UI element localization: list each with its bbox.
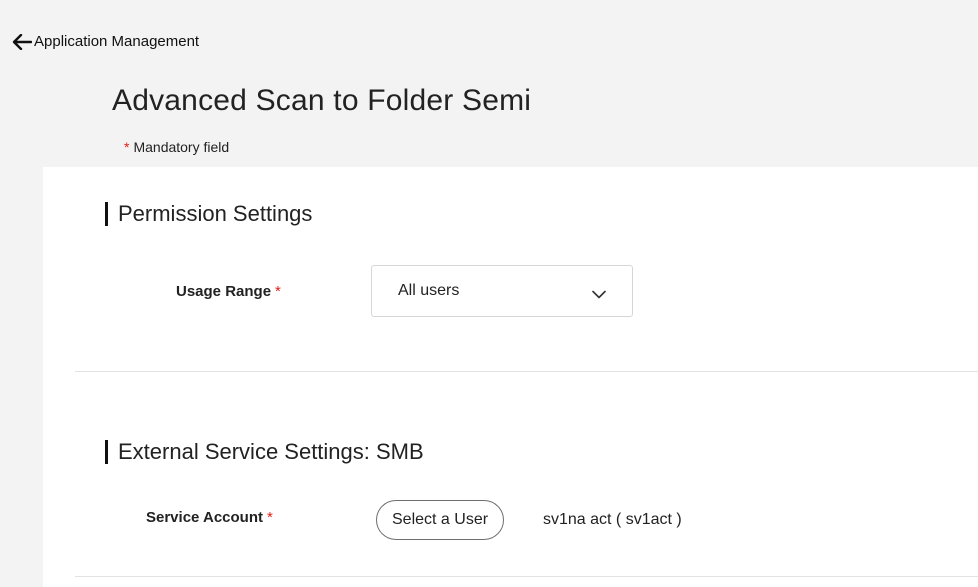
service-account-label: Service Account * — [146, 509, 273, 526]
usage-range-select[interactable]: All users — [371, 265, 633, 317]
mandatory-note-text: Mandatory field — [133, 139, 230, 155]
service-account-label-text: Service Account — [146, 509, 263, 526]
section-divider — [75, 576, 978, 577]
mandatory-note: * Mandatory field — [124, 139, 229, 155]
back-link[interactable]: Application Management — [12, 33, 199, 50]
usage-range-label: Usage Range * — [176, 283, 281, 300]
chevron-down-icon — [592, 286, 606, 304]
back-link-label: Application Management — [34, 33, 200, 50]
page-title: Advanced Scan to Folder Semi — [112, 84, 532, 117]
settings-panel: Permission Settings Usage Range * All use… — [43, 167, 978, 587]
select-user-button[interactable]: Select a User — [376, 500, 505, 540]
usage-range-selected-value: All users — [398, 282, 460, 299]
section-divider — [75, 371, 978, 372]
arrow-left-icon — [12, 33, 34, 50]
selected-service-account: sv1na act ( sv1act ) — [543, 511, 682, 528]
required-star: * — [267, 509, 273, 526]
required-star: * — [275, 283, 281, 300]
required-star: * — [124, 139, 130, 155]
external-service-heading: External Service Settings: SMB — [105, 440, 424, 464]
usage-range-label-text: Usage Range — [176, 283, 272, 300]
permission-settings-heading: Permission Settings — [105, 202, 312, 226]
